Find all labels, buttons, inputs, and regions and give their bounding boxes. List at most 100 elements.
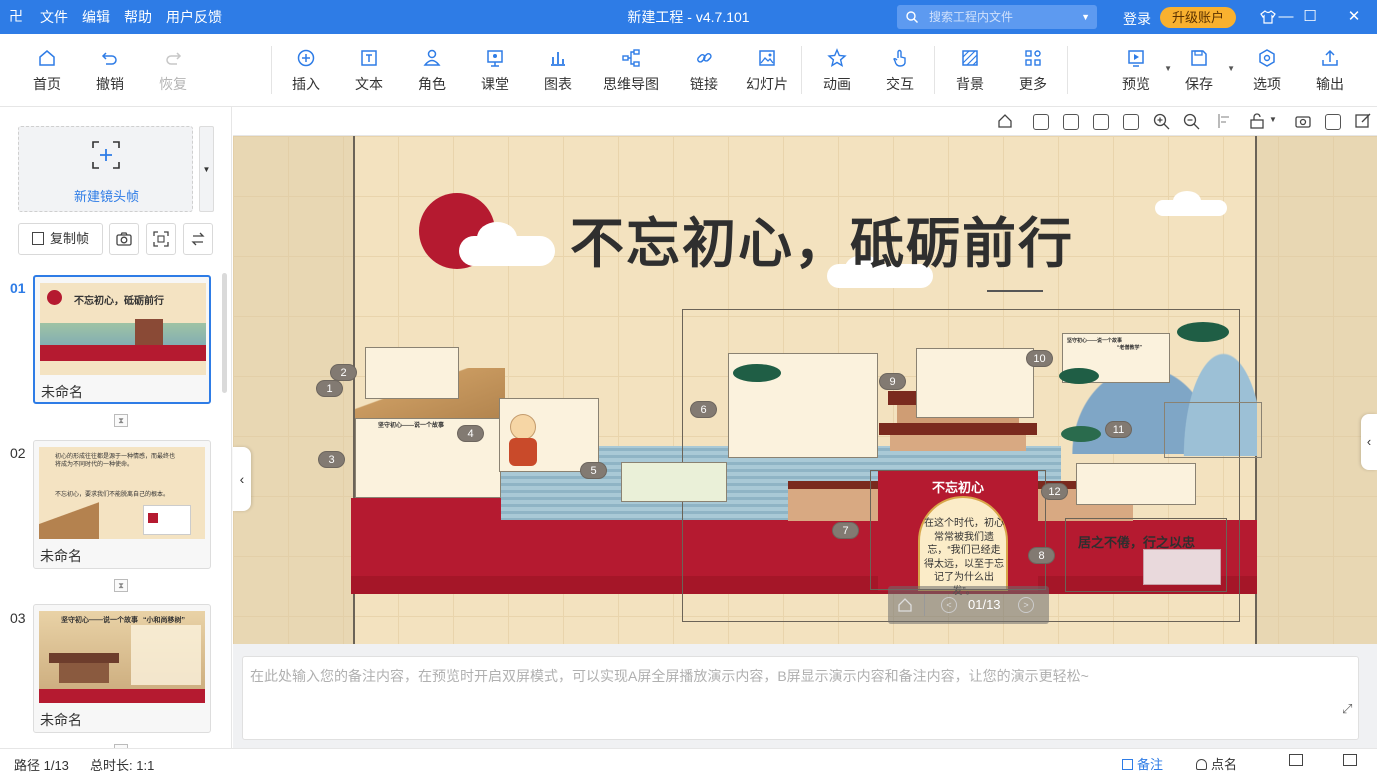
prev-slide-icon[interactable]: < (941, 597, 957, 613)
role-button[interactable]: 角色 (404, 48, 460, 94)
slide-thumbnail-1[interactable]: 不忘初心，砥砺前行 未命名 (33, 275, 211, 404)
path-badge-3[interactable]: 3 (318, 451, 345, 468)
next-slide-icon[interactable]: > (1018, 597, 1034, 613)
close-icon[interactable]: ✕ (1331, 0, 1377, 34)
menu-edit[interactable]: 编辑 (82, 7, 110, 27)
camera-button[interactable] (109, 223, 139, 255)
chart-button[interactable]: 图表 (530, 48, 586, 94)
mindmap-button[interactable]: 思维导图 (595, 48, 667, 94)
path-badge-8[interactable]: 8 (1028, 547, 1055, 564)
maximize-icon[interactable]: ☐ (1287, 0, 1333, 34)
redo-button[interactable]: 恢复 (145, 48, 201, 94)
path-badge-4[interactable]: 4 (457, 425, 484, 442)
text-box[interactable] (365, 347, 459, 399)
window-icon[interactable] (1343, 754, 1357, 766)
frame-box[interactable] (1065, 518, 1227, 592)
text-icon (361, 50, 377, 66)
slide-thumbnail-2[interactable]: 初心的形成往往都是源于一种情感，而最终也将成为不同时代的一种使命。 不忘初心，要… (33, 440, 211, 569)
animation-button[interactable]: 动画 (809, 48, 865, 94)
text-box[interactable] (621, 462, 727, 502)
toolbar-divider (801, 46, 802, 94)
rotate-left-icon[interactable] (1033, 114, 1049, 130)
picture-icon (759, 50, 775, 66)
interact-button[interactable]: 交互 (872, 48, 928, 94)
slide-stage[interactable]: 不忘初心，砥砺前行 不忘初心 在这个时代，初心常常被我们遗忘，“我们已经走得太远… (233, 136, 1377, 644)
options-button[interactable]: 选项 (1239, 48, 1295, 94)
new-frame-button[interactable]: 新建镜头帧 (18, 126, 193, 212)
transition-icon[interactable]: ⧗ (114, 579, 128, 592)
settings-frame-icon[interactable] (1325, 114, 1341, 130)
zoom-out-icon[interactable] (1183, 113, 1200, 130)
zoom-in-icon[interactable] (1153, 113, 1170, 130)
path-badge-2[interactable]: 2 (330, 364, 357, 381)
new-frame-dropdown-icon[interactable]: ▼ (199, 126, 214, 212)
transition-icon[interactable]: ⧗ (114, 414, 128, 427)
text-button[interactable]: 文本 (341, 48, 397, 94)
notes-icon (1122, 759, 1133, 770)
path-badge-7[interactable]: 7 (832, 522, 859, 539)
menu-feedback[interactable]: 用户反馈 (166, 7, 222, 27)
slide-name: 未命名 (41, 384, 83, 400)
path-badge-1[interactable]: 1 (316, 380, 343, 397)
lock-icon[interactable] (1249, 113, 1265, 129)
search-dropdown-icon[interactable]: ▼ (1081, 5, 1090, 29)
export-button[interactable]: 输出 (1302, 48, 1358, 94)
play-screen-icon (1128, 50, 1144, 67)
background-button[interactable]: 背景 (942, 48, 998, 94)
copy-frame-button[interactable]: 复制帧 (18, 223, 103, 255)
menu-help[interactable]: 帮助 (124, 7, 152, 27)
notes-input[interactable]: 在此处输入您的备注内容，在预览时开启双屏模式，可以实现A屏全屏播放演示内容，B屏… (242, 656, 1359, 740)
text-box[interactable] (1164, 402, 1262, 458)
save-icon (1191, 50, 1207, 66)
more-button[interactable]: 更多 (1005, 48, 1061, 94)
fit-frame-button[interactable] (146, 223, 176, 255)
home-button[interactable]: 首页 (19, 48, 75, 94)
slide-number: 03 (10, 610, 26, 626)
path-badge-6[interactable]: 6 (690, 401, 717, 418)
save-button[interactable]: 保存 ▼ (1171, 48, 1235, 94)
screenshot-icon[interactable] (1295, 113, 1311, 129)
edit-icon[interactable] (1355, 113, 1371, 129)
duplicate-icon[interactable] (1093, 114, 1109, 130)
slide-thumbnail-3[interactable]: 坚守初心——说一个故事 “小和尚移树” 未命名 (33, 604, 211, 733)
lock-dropdown-icon[interactable]: ▼ (1269, 115, 1277, 124)
switch-frame-button[interactable] (183, 223, 213, 255)
path-badge-10[interactable]: 10 (1026, 350, 1053, 367)
path-badge-12[interactable]: 12 (1041, 483, 1068, 500)
frame-box[interactable] (870, 470, 1046, 590)
canvas-area: ▼ 不忘初心，砥砺前行 不忘初心 在这个时代，初心常常被我们遗忘，“我们已经走得… (233, 107, 1377, 644)
panel-scrollbar[interactable] (222, 273, 227, 393)
menu-file[interactable]: 文件 (40, 7, 68, 27)
rotate-right-icon[interactable] (1063, 114, 1079, 130)
undo-button[interactable]: 撤销 (82, 48, 138, 94)
search-input[interactable]: 搜索工程内文件 ▼ (897, 5, 1097, 29)
text-box[interactable] (1076, 463, 1196, 505)
home-view-icon[interactable] (997, 113, 1013, 129)
collapse-left-panel-icon[interactable]: ‹ (233, 447, 251, 511)
align-icon[interactable] (1217, 113, 1233, 129)
paste-icon[interactable] (1123, 114, 1139, 130)
notes-toggle[interactable]: 备注 (1122, 754, 1163, 773)
expand-notes-icon[interactable]: ⤢ (1342, 701, 1352, 717)
upgrade-button[interactable]: 升级账户 (1160, 7, 1236, 28)
slide-button[interactable]: 幻灯片 (739, 48, 795, 94)
login-link[interactable]: 登录 (1123, 9, 1151, 29)
home-nav-icon[interactable] (897, 597, 913, 613)
preview-button[interactable]: 预览 ▼ (1108, 48, 1172, 94)
insert-button[interactable]: 插入 (278, 48, 334, 94)
save-dropdown-icon[interactable]: ▼ (1227, 64, 1235, 73)
text-box[interactable] (916, 348, 1034, 418)
pine-tree (1177, 322, 1229, 342)
screen-icon[interactable] (1289, 754, 1303, 766)
search-placeholder: 搜索工程内文件 (929, 10, 1014, 24)
main-menu: 文件 编辑 帮助 用户反馈 (40, 0, 222, 34)
path-badge-11[interactable]: 11 (1105, 421, 1132, 438)
link-button[interactable]: 链接 (676, 48, 732, 94)
pine-tree (733, 364, 781, 382)
class-button[interactable]: 课堂 (467, 48, 523, 94)
path-badge-9[interactable]: 9 (879, 373, 906, 390)
slide-1-preview: 不忘初心，砥砺前行 (40, 283, 206, 375)
roll-call-button[interactable]: 点名 (1196, 754, 1237, 773)
expand-right-panel-icon[interactable]: ‹ (1361, 414, 1377, 470)
path-badge-5[interactable]: 5 (580, 462, 607, 479)
